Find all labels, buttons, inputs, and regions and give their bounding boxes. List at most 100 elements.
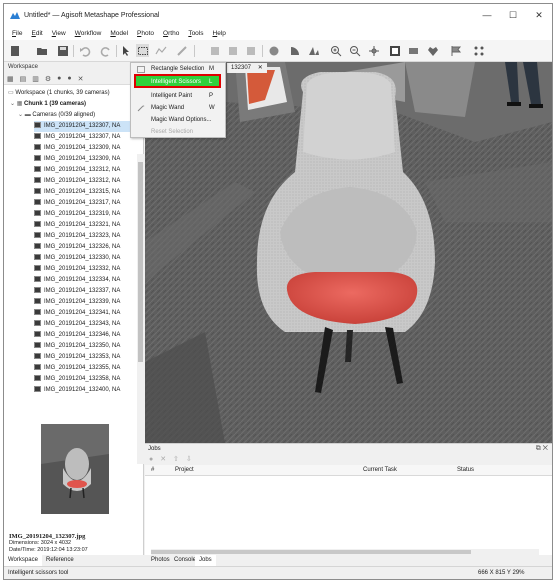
camera-row[interactable]: IMG_20191204_132358, NA	[34, 374, 137, 385]
camera-row[interactable]: IMG_20191204_132343, NA	[34, 319, 137, 330]
photo-tab[interactable]: 132307 ✕	[227, 63, 267, 73]
settings-icon[interactable]: ⚙	[45, 75, 51, 83]
zoom-in-icon[interactable]	[329, 44, 342, 57]
remove-job-icon[interactable]: ✕	[160, 456, 166, 463]
close-tab-icon[interactable]: ✕	[258, 65, 263, 71]
tab-reference[interactable]: Reference	[42, 555, 78, 566]
menu-ortho[interactable]: Ortho	[163, 30, 179, 37]
mask-icon[interactable]	[407, 44, 420, 57]
camera-row[interactable]: IMG_20191204_132334, NA	[34, 275, 137, 286]
zoom-out-icon[interactable]	[348, 44, 361, 57]
menu-edit[interactable]: Edit	[32, 30, 43, 37]
camera-row[interactable]: IMG_20191204_132323, NA	[34, 231, 137, 242]
photo-info: IMG_20191204_132307.jpg Dimensions: 3024…	[9, 533, 88, 554]
cameras-folder[interactable]: ⌄ ▬ Cameras (0/39 aligned)	[18, 110, 95, 121]
camera-icon	[34, 276, 41, 283]
camera-label: IMG_20191204_132334, NA	[44, 277, 121, 283]
camera-row[interactable]: IMG_20191204_132330, NA	[34, 253, 137, 264]
crop-selection-icon[interactable]	[226, 44, 239, 57]
camera-row[interactable]: IMG_20191204_132321, NA	[34, 220, 137, 231]
disable-icon[interactable]: ●	[67, 75, 71, 82]
points-icon[interactable]	[472, 44, 485, 57]
workspace-root[interactable]: ▭ Workspace (1 chunks, 39 cameras)	[8, 88, 110, 99]
col-current-task[interactable]: Current Task	[363, 465, 397, 476]
camera-row[interactable]: IMG_20191204_132309, NA	[34, 143, 137, 154]
dock-close-icons[interactable]: ⧉ ✕	[536, 444, 548, 454]
camera-row[interactable]: IMG_20191204_132309, NA	[34, 154, 137, 165]
col-project[interactable]: Project	[175, 465, 194, 476]
move-icon[interactable]	[367, 44, 380, 57]
frame-icon[interactable]	[388, 44, 401, 57]
menu-item-intelligent-paint[interactable]: Intelligent Paint P	[131, 90, 225, 102]
camera-row[interactable]: IMG_20191204_132341, NA	[34, 308, 137, 319]
start-job-icon[interactable]: ●	[149, 456, 153, 463]
toolbar	[4, 40, 552, 62]
menu-file[interactable]: File	[12, 30, 23, 37]
add-folder-icon[interactable]: ▥	[32, 75, 39, 83]
tab-jobs[interactable]: Jobs	[195, 555, 216, 566]
chunk-row[interactable]: ⌄ ▦ Chunk 1 (39 cameras)	[10, 99, 86, 110]
menu-view[interactable]: View	[52, 30, 66, 37]
scrollbar-thumb[interactable]	[151, 550, 471, 554]
col-index[interactable]: #	[151, 465, 154, 476]
camera-row[interactable]: IMG_20191204_132312, NA	[34, 176, 137, 187]
menu-model[interactable]: Model	[110, 30, 128, 37]
jobs-table-header: # Project Current Task Status	[145, 465, 552, 476]
menu-photo[interactable]: Photo	[137, 30, 154, 37]
menu-item-label: Intelligent Paint	[151, 93, 193, 99]
ruler-icon[interactable]	[175, 44, 188, 57]
save-icon[interactable]	[56, 44, 69, 57]
camera-label: IMG_20191204_132321, NA	[44, 222, 121, 228]
col-status[interactable]: Status	[457, 465, 474, 476]
rectangle-selection-icon[interactable]	[136, 44, 149, 57]
view-mode-icon[interactable]	[267, 44, 280, 57]
close-button[interactable]: ✕	[526, 4, 552, 26]
flag-icon[interactable]	[449, 44, 462, 57]
camera-row[interactable]: IMG_20191204_132326, NA	[34, 242, 137, 253]
camera-row[interactable]: IMG_20191204_132315, NA	[34, 187, 137, 198]
camera-row[interactable]: IMG_20191204_132339, NA	[34, 297, 137, 308]
invert-selection-icon[interactable]	[244, 44, 257, 57]
camera-row[interactable]: IMG_20191204_132307, NA	[34, 121, 137, 132]
brightness-icon[interactable]	[288, 44, 301, 57]
delete-selection-icon[interactable]	[208, 44, 221, 57]
shape-icon[interactable]	[426, 44, 439, 57]
new-document-icon[interactable]	[8, 44, 21, 57]
camera-row[interactable]: IMG_20191204_132317, NA	[34, 198, 137, 209]
open-folder-icon[interactable]	[35, 44, 48, 57]
enable-icon[interactable]: ●	[57, 75, 61, 82]
workspace-header: Workspace ⧉	[4, 62, 143, 73]
camera-row[interactable]: IMG_20191204_132312, NA	[34, 165, 137, 176]
maximize-button[interactable]: ☐	[500, 4, 526, 26]
pointer-icon[interactable]	[119, 44, 132, 57]
move-down-icon[interactable]: ⇩	[186, 456, 192, 463]
camera-row[interactable]: IMG_20191204_132353, NA	[34, 352, 137, 363]
camera-row[interactable]: IMG_20191204_132319, NA	[34, 209, 137, 220]
camera-row[interactable]: IMG_20191204_132350, NA	[34, 341, 137, 352]
menu-workflow[interactable]: Workflow	[75, 30, 102, 37]
camera-row[interactable]: IMG_20191204_132355, NA	[34, 363, 137, 374]
contrast-icon[interactable]	[307, 44, 320, 57]
menu-tools[interactable]: Tools	[188, 30, 203, 37]
scrollbar-thumb[interactable]	[138, 162, 143, 362]
camera-label: IMG_20191204_132400, NA	[44, 387, 121, 393]
camera-icon	[34, 199, 41, 206]
add-photos-icon[interactable]: ▤	[20, 75, 27, 83]
vertical-scrollbar[interactable]	[137, 154, 144, 464]
tab-workspace[interactable]: Workspace	[4, 555, 42, 566]
menu-item-magic-wand[interactable]: Magic Wand W	[131, 102, 225, 114]
polyline-icon[interactable]	[154, 44, 167, 57]
minimize-button[interactable]: —	[474, 4, 500, 26]
camera-row[interactable]: IMG_20191204_132400, NA	[34, 385, 137, 396]
camera-row[interactable]: IMG_20191204_132346, NA	[34, 330, 137, 341]
redo-icon[interactable]	[99, 44, 112, 57]
menu-help[interactable]: Help	[213, 30, 226, 37]
camera-row[interactable]: IMG_20191204_132307, NA	[34, 132, 137, 143]
add-chunk-icon[interactable]: ▦	[7, 75, 14, 83]
move-up-icon[interactable]: ⇧	[173, 456, 179, 463]
undo-icon[interactable]	[78, 44, 91, 57]
menu-item-magic-wand-options[interactable]: Magic Wand Options...	[131, 114, 225, 126]
remove-icon[interactable]: ✕	[78, 75, 84, 83]
camera-row[interactable]: IMG_20191204_132337, NA	[34, 286, 137, 297]
camera-row[interactable]: IMG_20191204_132332, NA	[34, 264, 137, 275]
